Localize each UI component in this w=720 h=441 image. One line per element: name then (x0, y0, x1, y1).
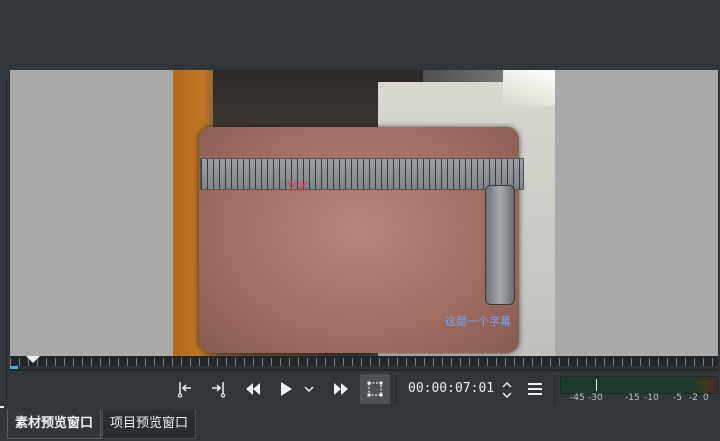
fast-forward-icon (334, 383, 348, 395)
frame-clip (485, 185, 515, 305)
toolbar-separator (396, 375, 397, 405)
subtitle-overlay-text: 这是一个字幕 (445, 315, 511, 328)
rewind-icon (246, 383, 260, 395)
scale-label: -30 (588, 393, 603, 403)
divider (6, 80, 7, 400)
scale-label: -15 (625, 393, 640, 403)
playhead-marker[interactable] (26, 356, 40, 363)
scale-label: -2 (689, 393, 698, 403)
frame-ruler (200, 158, 524, 190)
video-frame: 文字 这是一个字幕 (173, 70, 555, 356)
forward-button[interactable] (326, 374, 356, 404)
play-icon (281, 382, 292, 396)
monitor-tab-bar: 素材预览窗口 项目预览窗口 (0, 408, 720, 441)
zone-out-icon (212, 382, 226, 398)
play-options-button[interactable] (299, 374, 319, 404)
zone-marker (10, 366, 18, 369)
tab-clip-monitor[interactable]: 素材预览窗口 (7, 410, 102, 439)
scale-label: -10 (644, 393, 659, 403)
monitor-controls: 00:00:07:01 -45 -30 -15 -10 -5 -2 0 (10, 370, 718, 409)
monitor-ruler[interactable] (10, 356, 718, 370)
rewind-button[interactable] (238, 374, 268, 404)
scale-label: -45 (570, 393, 585, 403)
top-toolbar-area (0, 0, 720, 70)
chevron-down-icon (304, 386, 314, 393)
title-overlay-text: 文字 (286, 180, 308, 193)
edit-mode-button[interactable] (360, 374, 390, 404)
scale-label: 0 (703, 393, 709, 403)
zone-in-icon (177, 382, 191, 398)
timecode-stepper[interactable] (500, 379, 514, 401)
audio-level-meter: -45 -30 -15 -10 -5 -2 0 (558, 376, 718, 404)
audio-meter-bar (560, 376, 718, 394)
audio-meter-peak (596, 379, 597, 391)
transform-icon (367, 381, 383, 397)
left-panel-edge (0, 70, 9, 408)
audio-meter-scale: -45 -30 -15 -10 -5 -2 0 (558, 393, 718, 403)
hamburger-menu-icon (528, 383, 542, 395)
set-zone-in-button[interactable] (170, 374, 200, 404)
timecode-display[interactable]: 00:00:07:01 (408, 381, 494, 396)
play-button[interactable] (271, 374, 301, 404)
up-down-icon (502, 382, 512, 398)
frame-glare (503, 70, 555, 106)
tab-project-monitor[interactable]: 项目预览窗口 (102, 410, 197, 439)
scale-label: -5 (673, 393, 682, 403)
zone-bar (10, 366, 718, 369)
set-zone-out-button[interactable] (203, 374, 233, 404)
toolbar-separator (554, 375, 555, 405)
menu-button[interactable] (520, 374, 550, 404)
